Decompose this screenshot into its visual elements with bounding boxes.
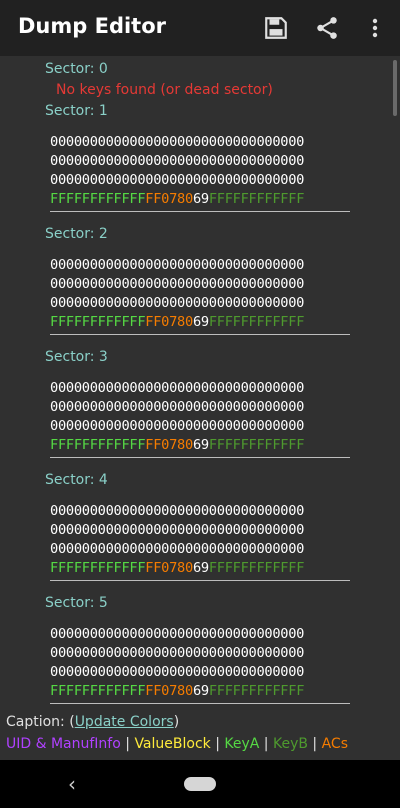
key-a-value: FFFFFFFFFFFF — [50, 314, 146, 330]
sector-blocks[interactable]: 00000000000000000000000000000000 00000000… — [50, 625, 350, 704]
access-conditions-value: FF0780 — [145, 314, 193, 330]
legend-item: ValueBlock — [134, 736, 211, 752]
data-block-row[interactable]: 00000000000000000000000000000000 — [50, 294, 350, 313]
data-block-row[interactable]: 00000000000000000000000000000000 — [50, 644, 350, 663]
sector-blocks[interactable]: 00000000000000000000000000000000 00000000… — [50, 133, 350, 212]
system-nav-bar: ‹ — [0, 760, 400, 808]
key-b-value: FFFFFFFFFFFF — [208, 314, 305, 330]
general-purpose-byte: 69 — [192, 683, 209, 699]
sector-title: Sector: 2 — [45, 226, 108, 242]
data-block-row[interactable]: 00000000000000000000000000000000 — [50, 152, 350, 171]
access-conditions-value: FF0780 — [145, 437, 193, 453]
data-block-row[interactable]: 00000000000000000000000000000000 — [50, 625, 350, 644]
key-b-value: FFFFFFFFFFFF — [208, 683, 305, 699]
caption-line: Caption: (Update Colors) — [6, 714, 179, 730]
data-block-row[interactable]: 00000000000000000000000000000000 — [50, 663, 350, 682]
data-block-row[interactable]: 00000000000000000000000000000000 — [50, 275, 350, 294]
key-a-value: FFFFFFFFFFFF — [50, 191, 146, 207]
key-a-value: FFFFFFFFFFFF — [50, 683, 146, 699]
sector: Sector: 0 No keys found (or dead sector) — [0, 59, 400, 101]
save-icon — [265, 17, 287, 39]
general-purpose-byte: 69 — [192, 560, 209, 576]
legend-item: KeyA — [224, 736, 260, 752]
sector-blocks[interactable]: 00000000000000000000000000000000 00000000… — [50, 256, 350, 335]
sector: Sector: 1 0000000000000000000000000000000… — [0, 101, 400, 212]
legend-separator: | — [307, 736, 322, 752]
sector-title: Sector: 1 — [45, 103, 108, 119]
data-block-row[interactable]: 00000000000000000000000000000000 — [50, 256, 350, 275]
access-conditions-value: FF0780 — [145, 191, 193, 207]
key-b-value: FFFFFFFFFFFF — [208, 560, 305, 576]
key-b-value: FFFFFFFFFFFF — [208, 437, 305, 453]
sector-list: Sector: 0 No keys found (or dead sector) S… — [0, 56, 400, 708]
sector-trailer-row[interactable]: FFFFFFFFFFFFFF078069FFFFFFFFFFFF — [50, 313, 350, 332]
key-b-value: FFFFFFFFFFFF — [208, 191, 305, 207]
back-icon[interactable]: ‹ — [68, 772, 76, 796]
key-a-value: FFFFFFFFFFFF — [50, 437, 146, 453]
general-purpose-byte: 69 — [192, 191, 209, 207]
data-block-row[interactable]: 00000000000000000000000000000000 — [50, 417, 350, 436]
data-block-row[interactable]: 00000000000000000000000000000000 — [50, 133, 350, 152]
sector-title: Sector: 3 — [45, 349, 108, 365]
general-purpose-byte: 69 — [192, 437, 209, 453]
caption-bar: Caption: (Update Colors) UID & ManufInfo… — [0, 708, 400, 760]
color-legend: UID & ManufInfo | ValueBlock | KeyA | Ke… — [6, 736, 348, 752]
data-block-row[interactable]: 00000000000000000000000000000000 — [50, 540, 350, 559]
app-title: Dump Editor — [18, 14, 167, 38]
sector-error-message: No keys found (or dead sector) — [56, 82, 273, 98]
sector: Sector: 2 0000000000000000000000000000000… — [0, 224, 400, 335]
sector: Sector: 3 0000000000000000000000000000000… — [0, 347, 400, 458]
data-block-row[interactable]: 00000000000000000000000000000000 — [50, 379, 350, 398]
data-block-row[interactable]: 00000000000000000000000000000000 — [50, 398, 350, 417]
data-block-row[interactable]: 00000000000000000000000000000000 — [50, 171, 350, 190]
legend-separator: | — [120, 736, 135, 752]
key-a-value: FFFFFFFFFFFF — [50, 560, 146, 576]
legend-item: KeyB — [272, 736, 308, 752]
update-colors-link[interactable]: Update Colors — [75, 714, 174, 730]
data-block-row[interactable]: 00000000000000000000000000000000 — [50, 502, 350, 521]
legend-separator: | — [259, 736, 273, 752]
more-options-icon — [372, 18, 378, 38]
dump-content[interactable]: Sector: 0 No keys found (or dead sector) S… — [0, 56, 400, 708]
app-bar: Dump Editor — [0, 0, 400, 56]
access-conditions-value: FF0780 — [145, 560, 193, 576]
general-purpose-byte: 69 — [192, 314, 209, 330]
sector-trailer-row[interactable]: FFFFFFFFFFFFFF078069FFFFFFFFFFFF — [50, 190, 350, 209]
data-block-row[interactable]: 00000000000000000000000000000000 — [50, 521, 350, 540]
save-button[interactable] — [258, 10, 294, 46]
access-conditions-value: FF0780 — [145, 683, 193, 699]
home-pill[interactable] — [184, 777, 216, 791]
share-button[interactable] — [309, 10, 345, 46]
legend-separator: | — [210, 736, 225, 752]
sector-title: Sector: 4 — [45, 472, 108, 488]
caption-suffix: ) — [173, 714, 180, 730]
scrollbar[interactable] — [393, 60, 397, 116]
sector: Sector: 4 0000000000000000000000000000000… — [0, 470, 400, 581]
sector-trailer-row[interactable]: FFFFFFFFFFFFFF078069FFFFFFFFFFFF — [50, 682, 350, 701]
legend-item: UID & ManufInfo — [6, 736, 121, 752]
sector-title: Sector: 5 — [45, 595, 108, 611]
sector-blocks[interactable]: 00000000000000000000000000000000 00000000… — [50, 379, 350, 458]
sector: Sector: 5 0000000000000000000000000000000… — [0, 593, 400, 704]
sector-title: Sector: 0 — [45, 61, 108, 77]
sector-blocks[interactable]: 00000000000000000000000000000000 00000000… — [50, 502, 350, 581]
more-options-button[interactable] — [357, 10, 393, 46]
sector-trailer-row[interactable]: FFFFFFFFFFFFFF078069FFFFFFFFFFFF — [50, 559, 350, 578]
share-icon — [317, 17, 337, 39]
legend-item: ACs — [321, 736, 348, 752]
sector-trailer-row[interactable]: FFFFFFFFFFFFFF078069FFFFFFFFFFFF — [50, 436, 350, 455]
caption-prefix: Caption: ( — [6, 714, 75, 730]
